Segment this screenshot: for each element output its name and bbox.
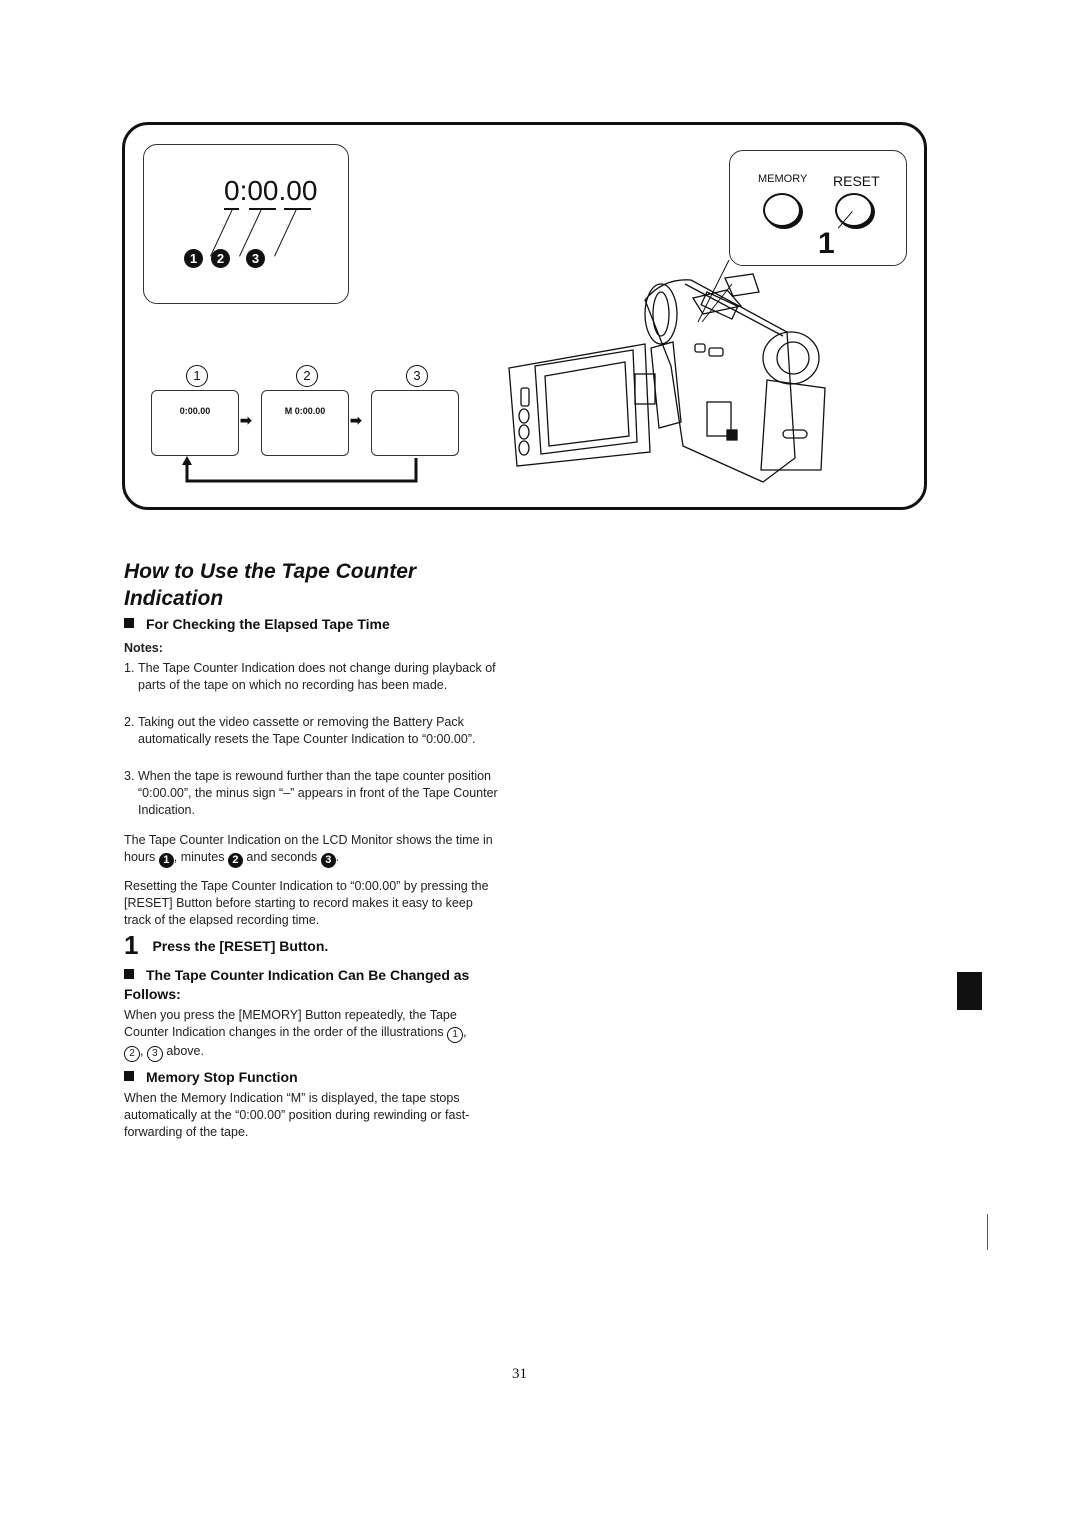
memory-button[interactable]: [763, 193, 801, 227]
sequence-display-1: 0:00.00: [179, 406, 211, 416]
minutes-underline: [249, 208, 276, 210]
camcorder-illustration: [508, 273, 826, 483]
circled-1-icon: 1: [447, 1027, 464, 1043]
seconds-marker-icon: 3: [320, 853, 336, 868]
marker-seconds: 3: [246, 249, 265, 268]
marker-minutes: 2: [211, 249, 230, 268]
note-item-3: 3. When the tape is rewound further than…: [124, 768, 498, 820]
memory-label: MEMORY: [758, 173, 808, 185]
button-panel: MEMORY RESET 1: [729, 150, 907, 266]
step-number: 1: [124, 930, 139, 960]
section-thumb-tab: [957, 972, 982, 1010]
step-callout-number: 1: [818, 227, 835, 260]
note-number: 3.: [124, 769, 135, 783]
arrow-up-icon: [182, 456, 192, 465]
note-text: When the tape is rewound further than th…: [138, 769, 498, 817]
notes-label: Notes:: [124, 641, 163, 655]
section-title: How to Use the Tape Counter Indication: [124, 560, 417, 610]
page-number: 31: [512, 1366, 527, 1382]
counter-seconds: 00: [286, 175, 318, 206]
sequence-number-2: 2: [296, 365, 318, 387]
circled-2-icon: 2: [124, 1046, 140, 1062]
subhead-changed-text: The Tape Counter Indication Can Be Chang…: [124, 967, 470, 1002]
subhead-memory-text: Memory Stop Function: [146, 1069, 298, 1085]
step-1: 1 Press the [RESET] Button.: [124, 930, 328, 961]
reset-button[interactable]: [835, 193, 873, 227]
reset-label: RESET: [833, 173, 880, 189]
changed-text-1: When you press the [MEMORY] Button repea…: [124, 1008, 457, 1039]
changed-paragraph: When you press the [MEMORY] Button repea…: [124, 1007, 486, 1062]
arrow-right-icon: ➡: [350, 412, 362, 428]
camera-body: [644, 279, 826, 483]
note-number: 1.: [124, 661, 135, 675]
counter-display-panel: 0:00.00 1 2 3: [143, 144, 349, 304]
marker-hours: 1: [184, 249, 203, 268]
loop-back-arrow: [182, 456, 418, 483]
sequence-box-3: [371, 390, 459, 456]
subhead-memory-stop: Memory Stop Function: [124, 1069, 298, 1085]
square-bullet-icon: [124, 1071, 134, 1081]
sequence-display-2: M 0:00.00: [284, 406, 326, 416]
seconds-underline: [284, 208, 311, 210]
changed-text-2: above.: [162, 1044, 204, 1058]
square-bullet-icon: [124, 618, 134, 628]
lens: [644, 283, 678, 345]
big-counter-text: 0:00.00: [224, 175, 317, 207]
note-item-1: 1. The Tape Counter Indication does not …: [124, 660, 496, 712]
minutes-marker-icon: 2: [227, 853, 243, 868]
lcd-text-3: and seconds: [242, 850, 321, 864]
sequence-box-2: M 0:00.00: [261, 390, 349, 456]
note-text: The Tape Counter Indication does not cha…: [138, 661, 496, 692]
counter-hours: 0: [224, 175, 240, 206]
circled-3-icon: 3: [146, 1046, 163, 1062]
margin-mark: [987, 1214, 988, 1250]
lcd-text-2: , minutes: [173, 850, 228, 864]
square-bullet-icon: [124, 969, 134, 979]
note-item-2: 2. Taking out the video cassette or remo…: [124, 714, 494, 766]
sequence-number-1: 1: [186, 365, 208, 387]
note-number: 2.: [124, 715, 135, 729]
lcd-paragraph: The Tape Counter Indication on the LCD M…: [124, 832, 494, 868]
step-label: Press the [RESET] Button.: [152, 938, 329, 954]
subhead-elapsed-time: For Checking the Elapsed Tape Time: [124, 616, 390, 632]
note-text: Taking out the video cassette or removin…: [138, 715, 476, 746]
hours-marker-icon: 1: [158, 853, 174, 868]
sequence-box-1: 0:00.00: [151, 390, 239, 456]
subhead-elapsed-text: For Checking the Elapsed Tape Time: [146, 616, 390, 632]
lcd-monitor-panel: [508, 343, 651, 467]
subhead-changed-as-follows: The Tape Counter Indication Can Be Chang…: [124, 966, 484, 1004]
reset-paragraph: Resetting the Tape Counter Indication to…: [124, 879, 489, 927]
viewfinder-eyecup: [762, 331, 820, 385]
arrow-right-icon: ➡: [240, 412, 252, 428]
counter-minutes: 00: [247, 175, 279, 206]
lcd-text-4: .: [335, 850, 340, 864]
sequence-number-3: 3: [406, 365, 428, 387]
seconds-leader-line: [274, 209, 297, 257]
memory-stop-paragraph: When the Memory Indication “M” is displa…: [124, 1091, 470, 1139]
loop-back-line: [185, 458, 418, 483]
